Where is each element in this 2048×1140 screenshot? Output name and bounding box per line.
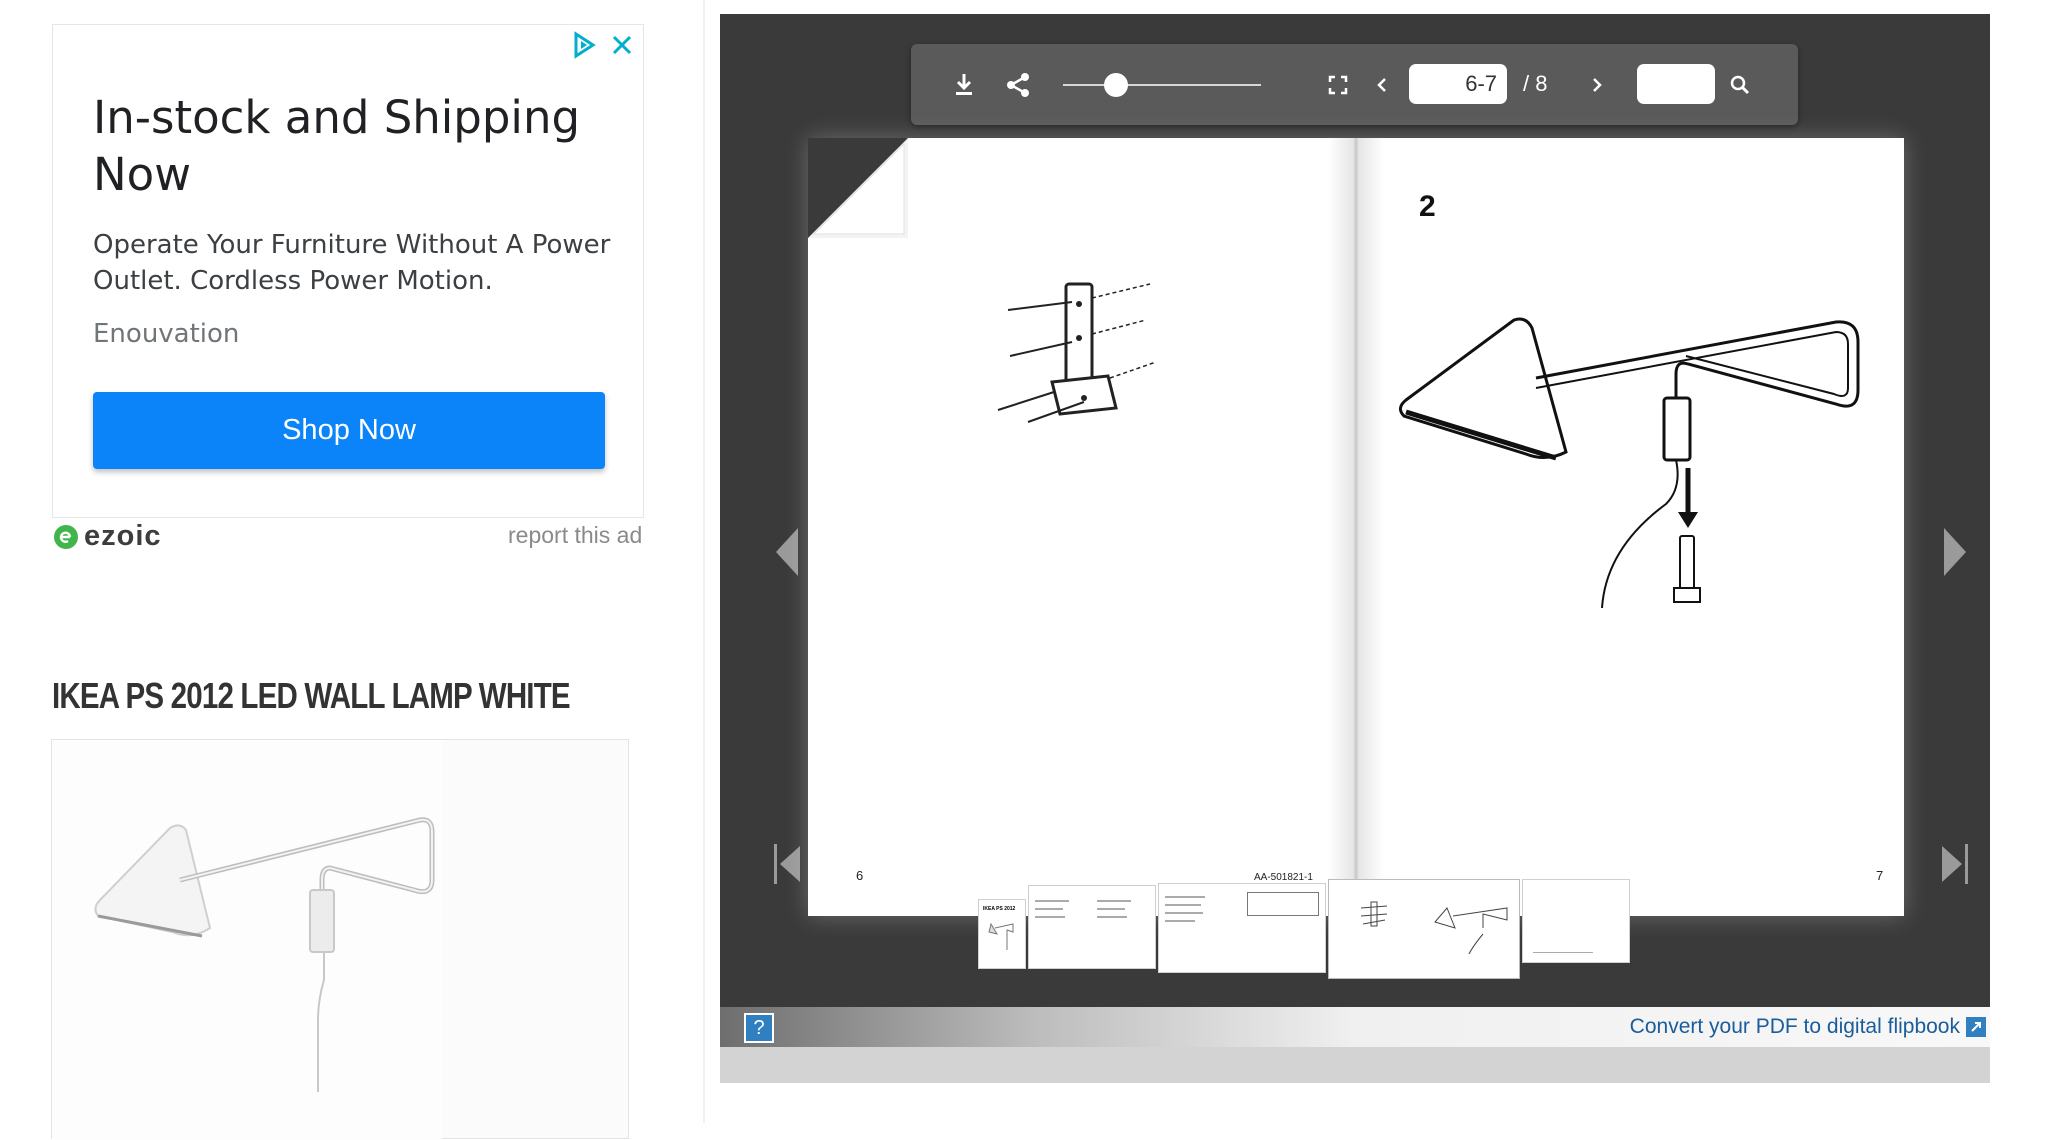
ad-choices-icon[interactable]: [571, 31, 597, 59]
external-link-icon[interactable]: [1966, 1017, 1986, 1037]
ad-advertiser[interactable]: Enouvation: [93, 319, 239, 349]
product-title: IKEA PS 2012 LED WALL LAMP WHITE: [52, 675, 571, 716]
viewer-toolbar: / 8: [911, 44, 1798, 125]
close-icon[interactable]: [609, 31, 635, 59]
sidebar: In-stock and Shipping Now Operate Your F…: [0, 0, 705, 1140]
report-ad-link[interactable]: report this ad: [508, 522, 642, 549]
thumbnail-pages-2-3[interactable]: [1028, 885, 1156, 969]
search-input[interactable]: [1637, 64, 1715, 104]
thumbnail-pages-4-5[interactable]: [1158, 883, 1326, 973]
page-total: / 8: [1523, 71, 1548, 96]
column-divider: [703, 0, 705, 1123]
ezoic-logo[interactable]: ezoic: [54, 520, 162, 553]
first-page-icon[interactable]: [770, 834, 810, 894]
wall-lamp-illustration: [94, 817, 435, 1092]
page-curl-corner[interactable]: [808, 138, 908, 238]
thumbnail-page-1[interactable]: IKEA PS 2012: [978, 899, 1026, 969]
thumbnail-lamp-mount-icon: [1434, 907, 1508, 954]
book-spine: [1328, 138, 1384, 916]
left-page-number: 6: [856, 868, 864, 883]
fullscreen-icon[interactable]: [1321, 68, 1355, 102]
step-number: 2: [1419, 190, 1436, 223]
book-spread[interactable]: 6 AA-501821-1 2 7: [808, 138, 1904, 916]
thumbnail-bracket-icon: [1360, 901, 1388, 927]
help-button[interactable]: ?: [744, 1013, 774, 1043]
bracket-screws-illustration: [997, 282, 1157, 423]
next-page-arrow[interactable]: [1932, 522, 1972, 582]
right-page-number: 7: [1876, 868, 1884, 883]
zoom-slider-track[interactable]: [1063, 84, 1261, 86]
ad-body-text[interactable]: Operate Your Furniture Without A Power O…: [93, 227, 613, 299]
shop-now-button[interactable]: Shop Now: [93, 392, 605, 469]
previous-page-arrow[interactable]: [770, 522, 810, 582]
convert-pdf-label[interactable]: Convert your PDF to digital flipbook: [1630, 1015, 1960, 1039]
thumbnail-label: IKEA PS 2012: [983, 906, 1016, 912]
left-page[interactable]: 6 AA-501821-1: [808, 138, 1356, 916]
thumbnail-page-8[interactable]: [1522, 879, 1630, 963]
chevron-left-icon[interactable]: [1366, 68, 1400, 102]
convert-pdf-link[interactable]: Convert your PDF to digital flipbook: [1630, 1015, 1986, 1039]
thumbnail-lamp-icon: [988, 922, 1014, 950]
page-number-input[interactable]: [1409, 64, 1507, 104]
search-icon[interactable]: [1723, 68, 1757, 102]
viewer-scrollbar[interactable]: [720, 1047, 1990, 1083]
ad-card[interactable]: In-stock and Shipping Now Operate Your F…: [52, 24, 644, 518]
download-icon[interactable]: [947, 68, 981, 102]
product-image: [51, 739, 629, 1140]
zoom-slider-handle[interactable]: [1104, 73, 1129, 97]
flipbook-viewer[interactable]: / 8: [720, 14, 1990, 1083]
lamp-mounting-illustration: [1399, 317, 1860, 609]
thumbnail-strip[interactable]: IKEA PS 2012: [970, 879, 1640, 995]
ad-headline[interactable]: In-stock and Shipping Now: [93, 89, 613, 203]
last-page-icon[interactable]: [1932, 834, 1972, 894]
chevron-right-icon[interactable]: [1579, 68, 1613, 102]
ezoic-wordmark: ezoic: [84, 520, 162, 552]
thumbnail-pages-6-7-current[interactable]: [1328, 879, 1520, 979]
ezoic-icon: [54, 524, 78, 549]
right-page[interactable]: 2 7: [1356, 138, 1904, 916]
share-icon[interactable]: [1001, 68, 1035, 102]
viewer-footer: ? Convert your PDF to digital flipbook: [720, 1007, 1990, 1047]
